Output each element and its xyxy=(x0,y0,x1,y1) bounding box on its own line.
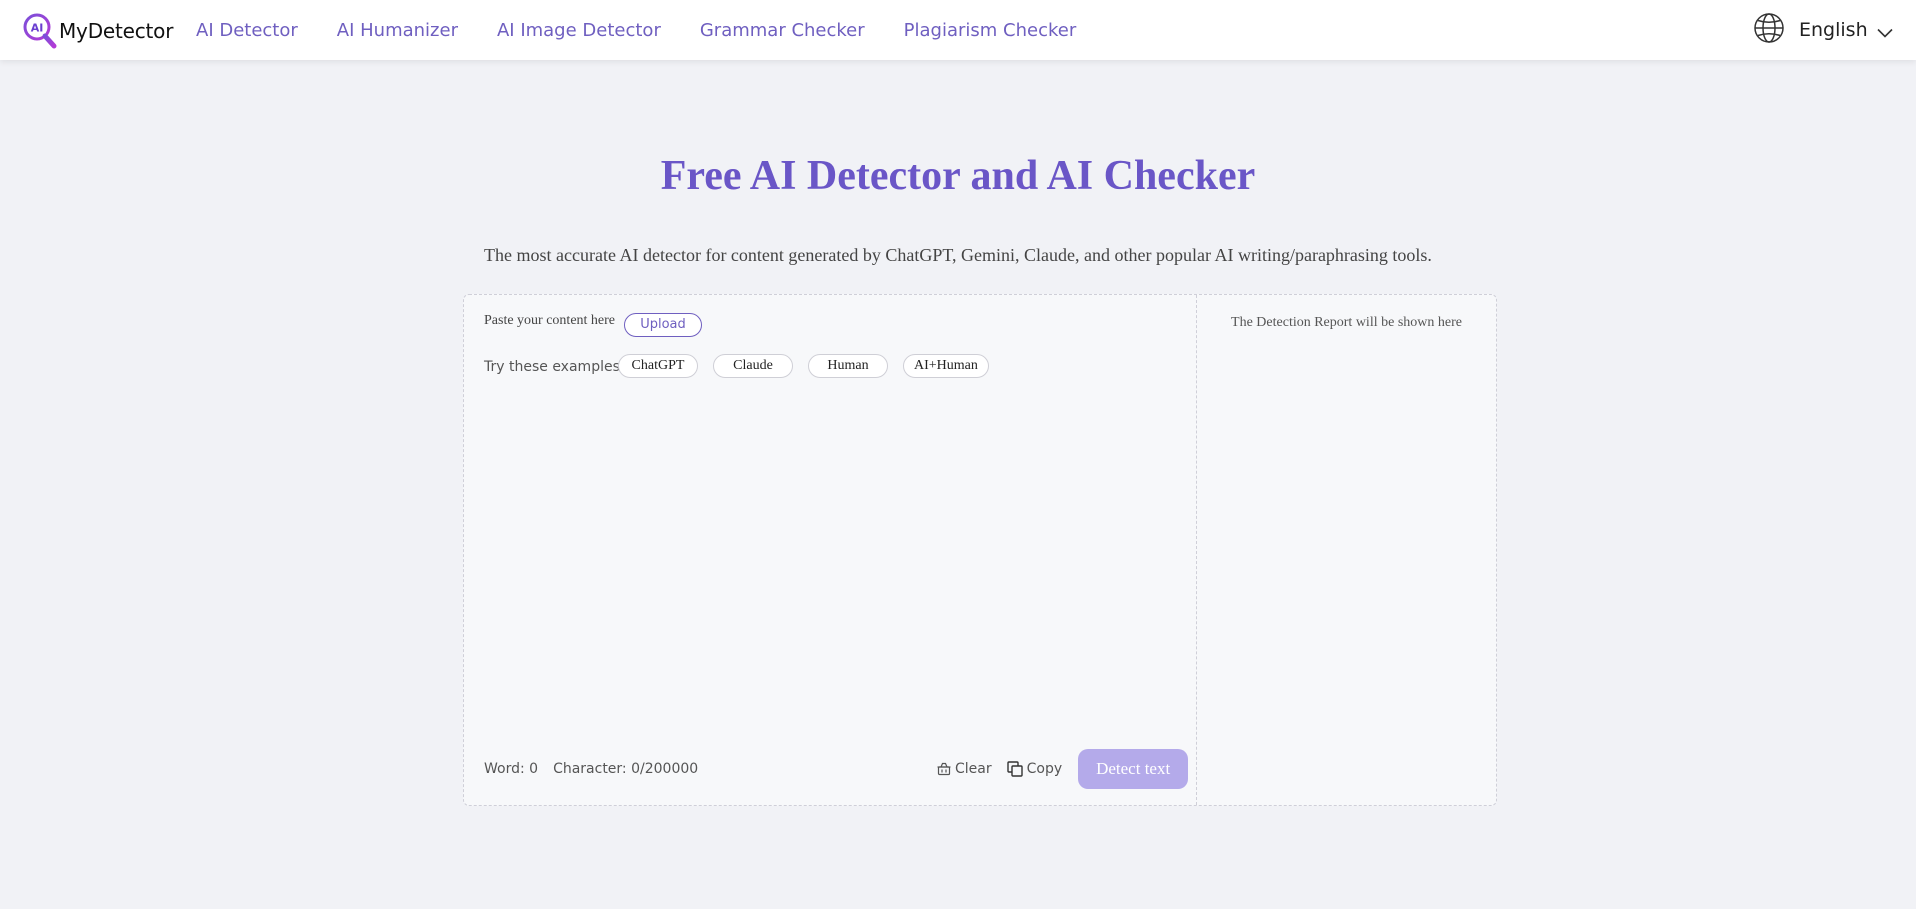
clear-button[interactable]: Clear xyxy=(937,761,992,777)
example-chips: ChatGPT Claude Human AI+Human xyxy=(618,354,1004,378)
copy-icon xyxy=(1006,761,1023,777)
brand-name: MyDetector xyxy=(59,19,174,43)
nav-ai-detector[interactable]: AI Detector xyxy=(196,20,298,41)
detection-report-area: The Detection Report will be shown here xyxy=(1197,295,1496,805)
upload-button[interactable]: Upload xyxy=(624,313,702,337)
paste-label: Paste your content here xyxy=(484,313,616,328)
editor-actions: Clear Copy Detect text xyxy=(937,749,1189,789)
example-ai-human-button[interactable]: AI+Human xyxy=(903,354,989,378)
content-textarea[interactable] xyxy=(484,395,1174,735)
example-human-button[interactable]: Human xyxy=(808,354,888,378)
chevron-down-icon xyxy=(1877,25,1893,38)
character-count: Character: 0/200000 xyxy=(553,761,699,777)
language-selector[interactable]: English xyxy=(1753,12,1893,49)
copy-button[interactable]: Copy xyxy=(1006,761,1063,777)
example-claude-button[interactable]: Claude xyxy=(713,354,793,378)
main-nav: AI Detector AI Humanizer AI Image Detect… xyxy=(196,0,1115,60)
page-title: Free AI Detector and AI Checker xyxy=(660,153,1256,199)
report-placeholder: The Detection Report will be shown here xyxy=(1231,315,1462,330)
detect-text-button[interactable]: Detect text xyxy=(1078,749,1189,789)
page-subtitle: The most accurate AI detector for conten… xyxy=(484,245,1432,265)
nav-ai-image-detector[interactable]: AI Image Detector xyxy=(497,20,661,41)
counts-bar: Word: 0 Character: 0/200000 xyxy=(484,761,698,777)
globe-icon xyxy=(1753,12,1785,49)
word-count: Word: 0 xyxy=(484,761,539,777)
clear-label: Clear xyxy=(955,761,992,777)
example-chatgpt-button[interactable]: ChatGPT xyxy=(618,354,698,378)
basket-clear-icon xyxy=(937,762,951,776)
svg-text:AI: AI xyxy=(31,22,44,35)
magnifier-ai-logo-icon: AI xyxy=(23,13,57,49)
top-navbar: AI MyDetector AI Detector AI Humanizer A… xyxy=(0,0,1916,60)
nav-ai-humanizer[interactable]: AI Humanizer xyxy=(337,20,458,41)
nav-grammar-checker[interactable]: Grammar Checker xyxy=(700,20,865,41)
examples-label: Try these examples: xyxy=(484,359,625,375)
detector-panel: Paste your content here Upload Try these… xyxy=(463,294,1497,806)
language-label: English xyxy=(1799,19,1868,41)
brand-logo-link[interactable]: AI MyDetector xyxy=(23,13,173,49)
nav-plagiarism-checker[interactable]: Plagiarism Checker xyxy=(904,20,1077,41)
copy-label: Copy xyxy=(1026,761,1063,777)
editor-area: Paste your content here Upload Try these… xyxy=(464,295,1197,805)
